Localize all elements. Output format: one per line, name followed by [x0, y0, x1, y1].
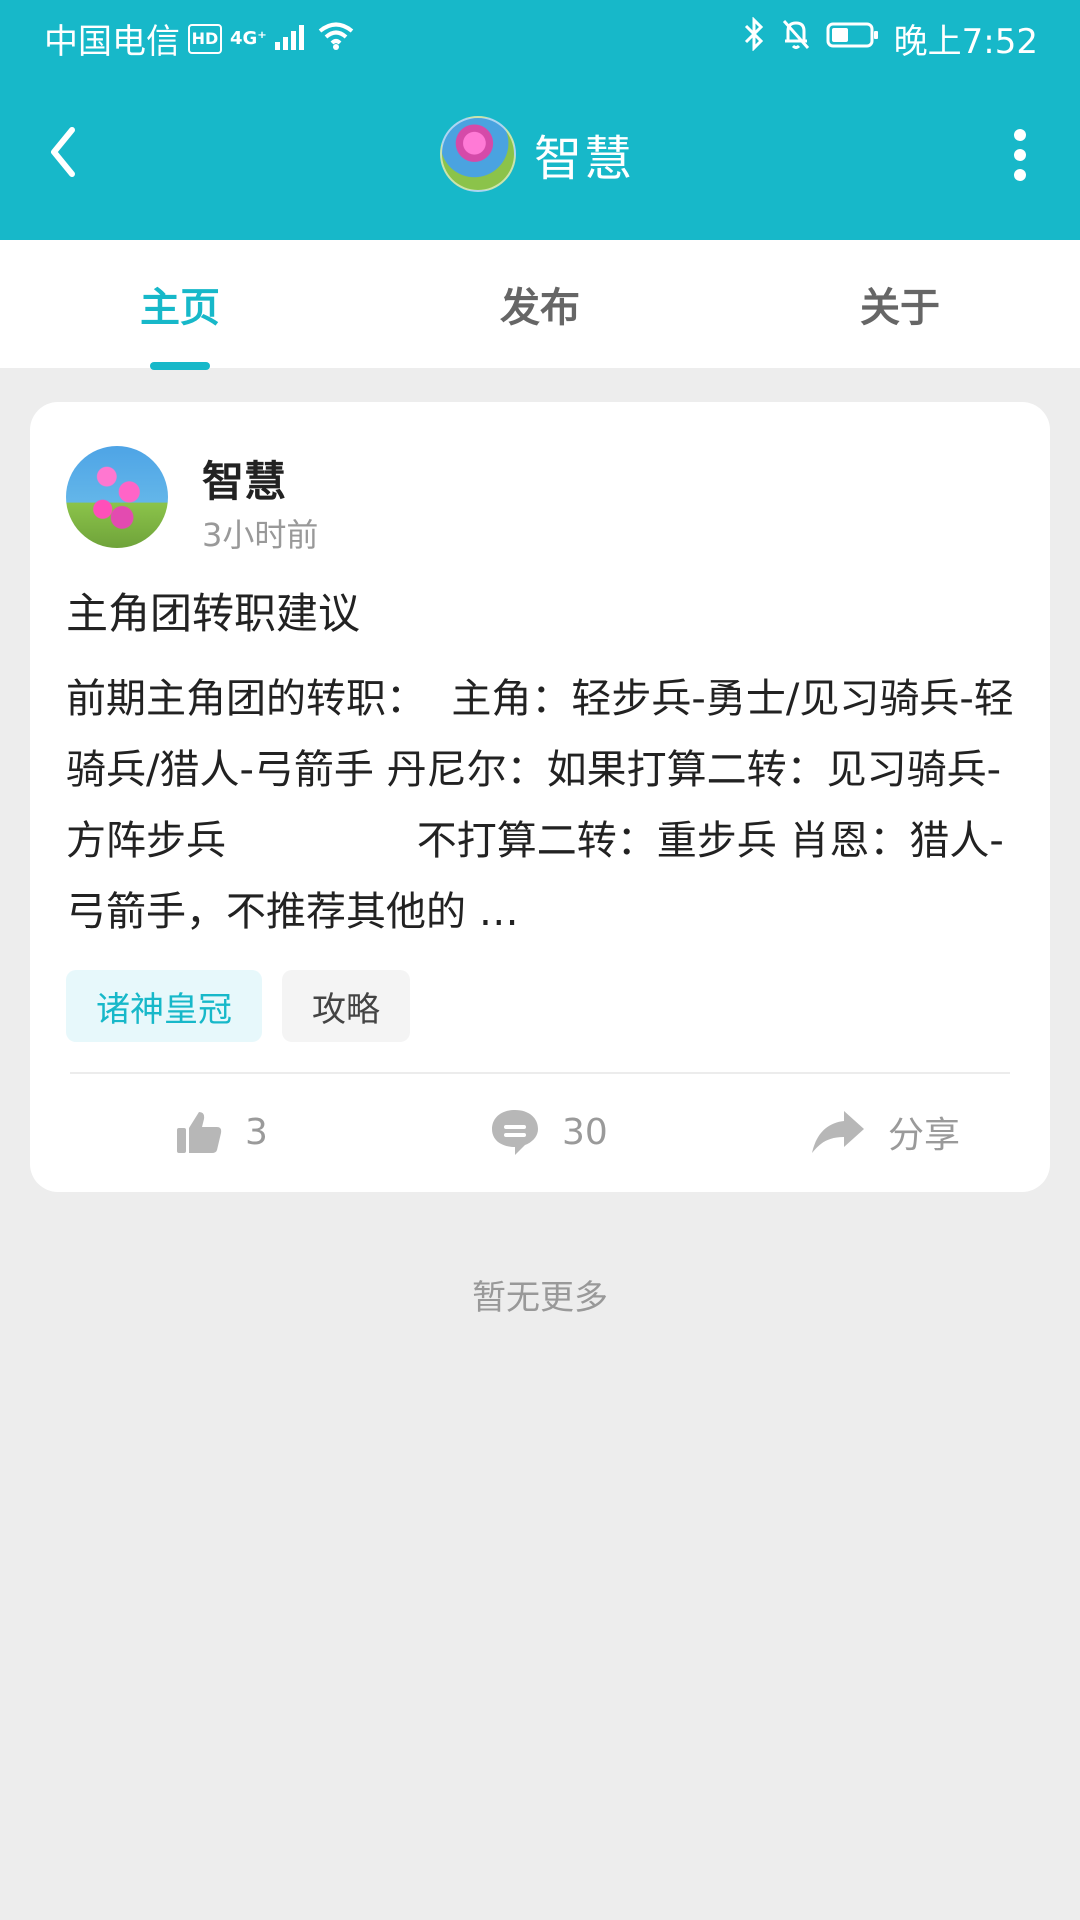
- thumb-up-icon: [177, 1112, 222, 1153]
- comment-count: 30: [562, 1111, 608, 1153]
- tab-about[interactable]: 关于: [720, 240, 1080, 368]
- share-button[interactable]: 分享: [810, 1074, 960, 1190]
- top-header: 中国电信 HD 4G⁺ 晚上7:52 智慧: [0, 0, 1080, 240]
- post-actions: 3 30 分享: [30, 1074, 1050, 1190]
- more-button[interactable]: [1000, 120, 1040, 190]
- post-tags: 诸神皇冠 攻略: [66, 970, 410, 1042]
- carrier-name: 中国电信: [44, 22, 180, 62]
- wifi-icon: [317, 19, 355, 59]
- header-title-group: 智慧: [440, 116, 635, 192]
- author-name[interactable]: 智慧: [202, 448, 286, 509]
- post-excerpt[interactable]: 前期主角团的转职： 主角：轻步兵-勇士/见习骑兵-轻骑兵/猎人-弓箭手 丹尼尔：…: [66, 664, 1026, 948]
- mute-bell-icon: [780, 17, 812, 60]
- post-title[interactable]: 主角团转职建议: [66, 580, 360, 641]
- share-arrow-icon: [812, 1111, 864, 1153]
- status-bar: 中国电信 HD 4G⁺ 晚上7:52: [0, 0, 1080, 75]
- no-more-content-label: 暂无更多: [472, 1278, 608, 1318]
- tab-bar: 主页 发布 关于: [0, 240, 1080, 368]
- more-vertical-icon: [1014, 129, 1026, 181]
- share-label: 分享: [888, 1115, 961, 1156]
- comment-button[interactable]: 30: [490, 1074, 608, 1190]
- navigation-bar: 智慧: [0, 75, 1080, 240]
- battery-icon: [826, 19, 880, 59]
- post-time: 3小时前: [202, 516, 319, 554]
- hd-badge: HD: [188, 23, 222, 54]
- header-avatar: [440, 116, 516, 192]
- network-label: 4G⁺: [230, 28, 267, 49]
- tab-posts[interactable]: 发布: [360, 240, 720, 368]
- active-tab-indicator: [150, 362, 210, 370]
- like-count: 3: [245, 1111, 268, 1153]
- tag-category[interactable]: 攻略: [282, 970, 410, 1042]
- back-button[interactable]: [34, 122, 94, 182]
- status-left: 中国电信 HD 4G⁺: [44, 14, 355, 63]
- tab-home[interactable]: 主页: [0, 240, 360, 368]
- comment-icon: [492, 1110, 538, 1155]
- back-arrow-icon: [51, 127, 75, 177]
- status-time: 晚上7:52: [893, 22, 1038, 62]
- tag-game[interactable]: 诸神皇冠: [66, 970, 262, 1042]
- author-avatar[interactable]: [66, 446, 168, 548]
- like-button[interactable]: 3: [175, 1074, 268, 1190]
- page-title: 智慧: [534, 131, 635, 187]
- signal-icon: [274, 19, 309, 59]
- bluetooth-icon: [742, 16, 766, 60]
- post-card[interactable]: 智慧 3小时前 主角团转职建议 前期主角团的转职： 主角：轻步兵-勇士/见习骑兵…: [30, 402, 1050, 1192]
- status-right: 晚上7:52: [742, 14, 1038, 63]
